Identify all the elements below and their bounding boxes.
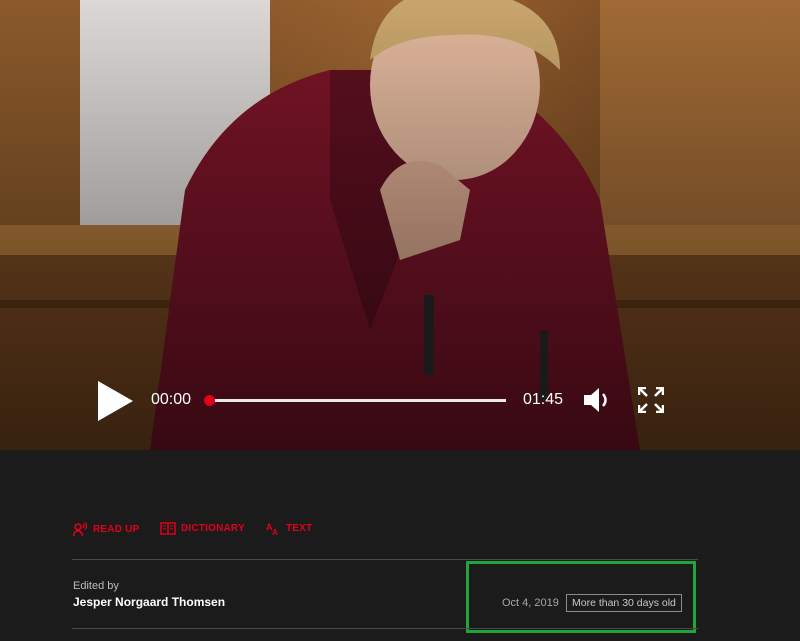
page: 00:00 01:45 READ UP DICTIONARY A A TEXT … <box>0 0 800 641</box>
dictionary-button[interactable]: DICTIONARY <box>160 522 245 535</box>
read-up-icon <box>73 522 88 536</box>
svg-text:A: A <box>272 528 278 535</box>
divider <box>72 559 698 560</box>
seek-handle[interactable] <box>204 395 215 406</box>
highlight-box <box>466 561 696 633</box>
divider <box>72 628 698 629</box>
video-player[interactable]: 00:00 01:45 <box>0 0 800 450</box>
player-controls: 00:00 01:45 <box>0 370 800 430</box>
editor-name: Jesper Norgaard Thomsen <box>73 595 226 609</box>
volume-icon[interactable] <box>583 386 611 414</box>
fullscreen-icon[interactable] <box>638 387 664 413</box>
seek-bar[interactable] <box>204 395 506 406</box>
current-time: 00:00 <box>151 391 192 408</box>
read-up-button[interactable]: READ UP <box>73 522 139 536</box>
text-label: TEXT <box>286 523 313 534</box>
play-icon[interactable] <box>96 380 134 422</box>
dictionary-label: DICTIONARY <box>181 523 245 534</box>
total-time: 01:45 <box>523 391 564 408</box>
text-icon: A A <box>266 522 278 535</box>
text-button[interactable]: A A TEXT <box>266 522 312 535</box>
dictionary-icon <box>160 522 176 535</box>
edited-by-label: Edited by <box>73 580 119 592</box>
read-up-label: READ UP <box>93 523 140 535</box>
